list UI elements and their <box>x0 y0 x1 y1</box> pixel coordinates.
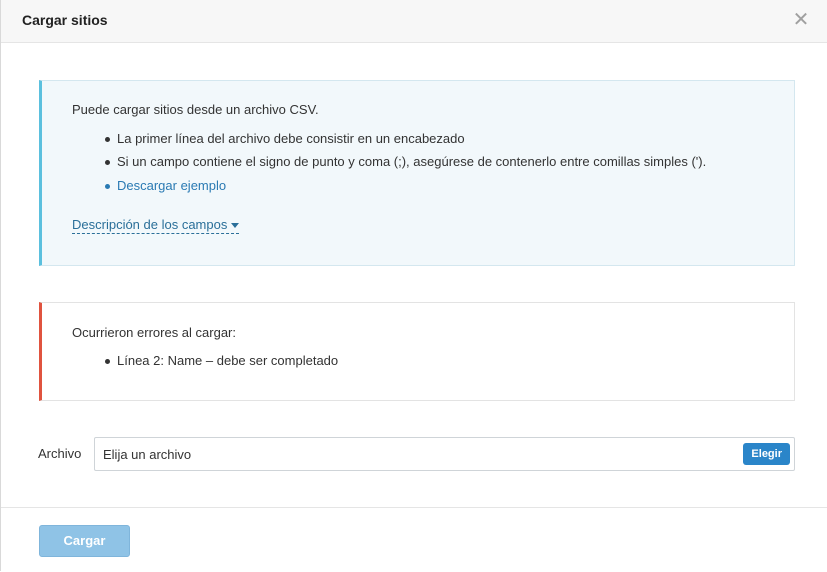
info-item-header: La primer línea del archivo debe consist… <box>117 131 465 146</box>
error-heading: Ocurrieron errores al cargar: <box>72 325 236 340</box>
upload-sites-dialog: Cargar sitios ✕ Puede cargar sitios desd… <box>0 0 827 572</box>
dialog-header: Cargar sitios ✕ <box>1 0 827 43</box>
close-icon[interactable]: ✕ <box>791 9 811 31</box>
error-panel: Ocurrieron errores al cargar: Línea 2: N… <box>39 302 795 401</box>
error-item: Línea 2: Name – debe ser completado <box>117 353 339 368</box>
file-input[interactable]: Elija un archivo Elegir <box>94 437 795 471</box>
fields-description-label: Descripción de los campos <box>72 217 228 232</box>
dialog-footer: Cargar <box>1 507 827 572</box>
choose-file-button[interactable]: Elegir <box>743 443 790 465</box>
caret-down-icon <box>231 223 240 229</box>
dialog-title: Cargar sitios <box>22 12 108 28</box>
file-placeholder: Elija un archivo <box>103 447 192 462</box>
bullet-icon <box>105 359 110 364</box>
upload-button[interactable]: Cargar <box>39 525 130 557</box>
info-item-semicolon: Si un campo contiene el signo de punto y… <box>117 154 707 169</box>
info-item-download: Descargar ejemplo <box>117 178 226 193</box>
info-intro: Puede cargar sitios desde un archivo CSV… <box>72 102 319 117</box>
bullet-icon <box>105 137 110 142</box>
fields-description-toggle[interactable]: Descripción de los campos <box>72 217 240 234</box>
bullet-icon <box>105 160 110 165</box>
file-label: Archivo <box>38 446 82 461</box>
info-panel: Puede cargar sitios desde un archivo CSV… <box>39 80 795 266</box>
bullet-icon <box>105 184 110 189</box>
download-example-link[interactable]: Descargar ejemplo <box>117 178 226 193</box>
